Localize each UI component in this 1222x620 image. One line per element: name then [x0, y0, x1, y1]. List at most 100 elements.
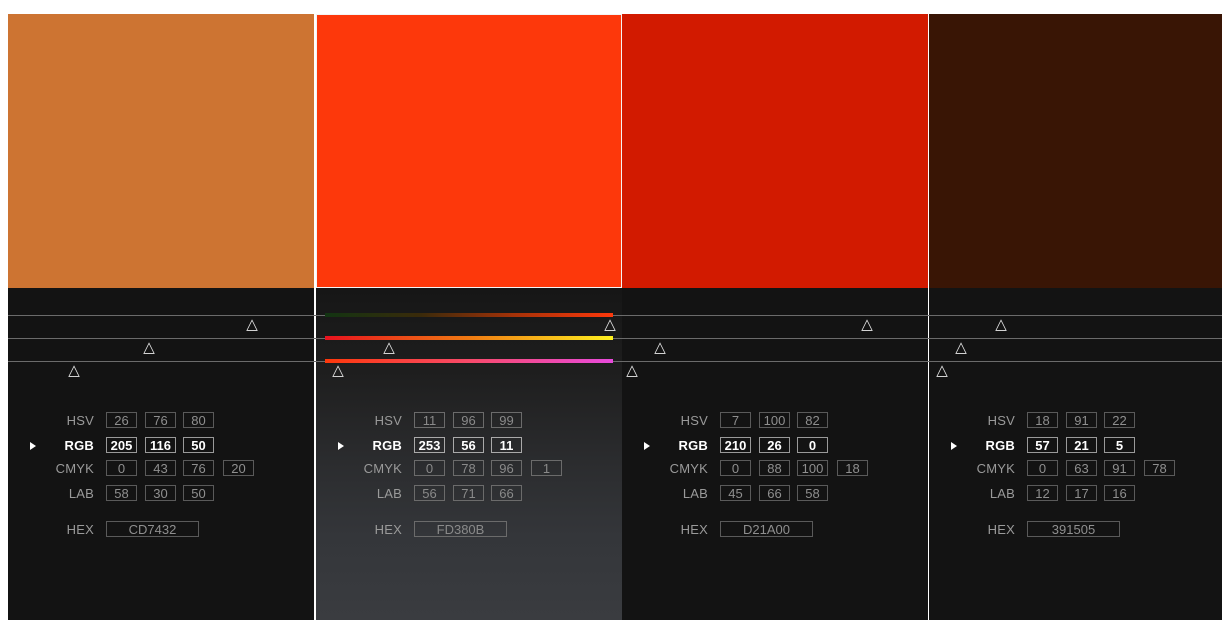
- lab-value-field[interactable]: 56: [414, 485, 445, 501]
- rgb-label: RGB: [985, 438, 1015, 453]
- cmyk-value-field[interactable]: 78: [453, 460, 484, 476]
- cmyk-label[interactable]: CMYK: [342, 461, 402, 476]
- gradient-track-hue[interactable]: [325, 336, 613, 340]
- lab-label[interactable]: LAB: [955, 486, 1015, 501]
- cmyk-value-field[interactable]: 20: [223, 460, 254, 476]
- rgb-value-field[interactable]: 50: [183, 437, 214, 453]
- hsv-label[interactable]: HSV: [648, 413, 708, 428]
- slider-handle-icon[interactable]: △: [654, 340, 666, 355]
- slider-handle-icon[interactable]: △: [383, 340, 395, 355]
- gradient-track-value[interactable]: [325, 313, 613, 317]
- cmyk-value-field[interactable]: 96: [491, 460, 522, 476]
- color-swatch[interactable]: [622, 14, 928, 288]
- hsv-value-field[interactable]: 26: [106, 412, 137, 428]
- hsv-value-field[interactable]: 80: [183, 412, 214, 428]
- slider-handle-icon[interactable]: △: [332, 363, 344, 378]
- lab-label[interactable]: LAB: [648, 486, 708, 501]
- cmyk-value-field[interactable]: 18: [837, 460, 868, 476]
- rgb-value-field[interactable]: 26: [759, 437, 790, 453]
- cmyk-value-field[interactable]: 91: [1104, 460, 1135, 476]
- cmyk-value-field[interactable]: 100: [797, 460, 828, 476]
- hsv-value-field[interactable]: 82: [797, 412, 828, 428]
- hsv-value-field[interactable]: 11: [414, 412, 445, 428]
- cmyk-label[interactable]: CMYK: [955, 461, 1015, 476]
- cmyk-value-field[interactable]: 78: [1144, 460, 1175, 476]
- lab-value-field[interactable]: 45: [720, 485, 751, 501]
- slider-rail-value[interactable]: [8, 361, 1222, 362]
- slider-handle-icon[interactable]: △: [68, 363, 80, 378]
- hsv-value-field[interactable]: 96: [453, 412, 484, 428]
- hsv-label[interactable]: HSV: [34, 413, 94, 428]
- lab-value-field[interactable]: 58: [797, 485, 828, 501]
- palette-column-4: HSV 18 91 22 RGB 57 21 5 CMYK 0 63 91 78 LAB 12 17 16 HEX…: [929, 14, 1222, 620]
- color-palette-app: HSV 26 76 80 RGB 205 116 50 CMYK 0 43 76 20 LAB 58 30 50…: [8, 14, 1222, 620]
- rgb-value-field[interactable]: 21: [1066, 437, 1097, 453]
- lab-value-field[interactable]: 12: [1027, 485, 1058, 501]
- hsv-value-field[interactable]: 100: [759, 412, 790, 428]
- cmyk-value-field[interactable]: 0: [1027, 460, 1058, 476]
- hsv-label[interactable]: HSV: [955, 413, 1015, 428]
- lab-value-field[interactable]: 16: [1104, 485, 1135, 501]
- hex-label[interactable]: HEX: [648, 522, 708, 537]
- lab-value-field[interactable]: 58: [106, 485, 137, 501]
- palette-column-1: HSV 26 76 80 RGB 205 116 50 CMYK 0 43 76 20 LAB 58 30 50…: [8, 14, 314, 620]
- hex-label[interactable]: HEX: [34, 522, 94, 537]
- rgb-value-field[interactable]: 5: [1104, 437, 1135, 453]
- hsv-value-field[interactable]: 91: [1066, 412, 1097, 428]
- hex-value-field[interactable]: D21A00: [720, 521, 813, 537]
- rgb-value-field[interactable]: 253: [414, 437, 445, 453]
- cmyk-value-field[interactable]: 76: [183, 460, 214, 476]
- cmyk-value-field[interactable]: 63: [1066, 460, 1097, 476]
- slider-handle-icon[interactable]: △: [604, 317, 616, 332]
- lab-label[interactable]: LAB: [342, 486, 402, 501]
- slider-handle-icon[interactable]: △: [955, 340, 967, 355]
- hsv-value-field[interactable]: 99: [491, 412, 522, 428]
- hsv-value-field[interactable]: 76: [145, 412, 176, 428]
- rgb-value-field[interactable]: 210: [720, 437, 751, 453]
- lab-value-field[interactable]: 50: [183, 485, 214, 501]
- lab-value-field[interactable]: 71: [453, 485, 484, 501]
- gradient-track-saturation[interactable]: [325, 359, 613, 363]
- hex-label[interactable]: HEX: [342, 522, 402, 537]
- hsv-label[interactable]: HSV: [342, 413, 402, 428]
- rgb-label: RGB: [372, 438, 402, 453]
- hex-value-field[interactable]: CD7432: [106, 521, 199, 537]
- active-mode-arrow-icon: [644, 442, 650, 450]
- active-mode-arrow-icon: [338, 442, 344, 450]
- hsv-value-field[interactable]: 18: [1027, 412, 1058, 428]
- color-swatch[interactable]: [929, 14, 1222, 288]
- slider-handle-icon[interactable]: △: [936, 363, 948, 378]
- cmyk-value-field[interactable]: 1: [531, 460, 562, 476]
- rgb-value-field[interactable]: 56: [453, 437, 484, 453]
- rgb-value-field[interactable]: 116: [145, 437, 176, 453]
- rgb-value-field[interactable]: 11: [491, 437, 522, 453]
- slider-handle-icon[interactable]: △: [246, 317, 258, 332]
- hex-value-field[interactable]: 391505: [1027, 521, 1120, 537]
- color-swatch-selected[interactable]: [316, 14, 622, 288]
- color-swatch[interactable]: [8, 14, 314, 288]
- cmyk-label[interactable]: CMYK: [34, 461, 94, 476]
- cmyk-label[interactable]: CMYK: [648, 461, 708, 476]
- rgb-value-field[interactable]: 57: [1027, 437, 1058, 453]
- hex-label[interactable]: HEX: [955, 522, 1015, 537]
- lab-value-field[interactable]: 30: [145, 485, 176, 501]
- slider-handle-icon[interactable]: △: [626, 363, 638, 378]
- slider-rail-saturation[interactable]: [8, 338, 1222, 339]
- lab-value-field[interactable]: 66: [759, 485, 790, 501]
- cmyk-value-field[interactable]: 0: [720, 460, 751, 476]
- cmyk-value-field[interactable]: 0: [414, 460, 445, 476]
- cmyk-value-field[interactable]: 0: [106, 460, 137, 476]
- rgb-value-field[interactable]: 0: [797, 437, 828, 453]
- hex-value-field[interactable]: FD380B: [414, 521, 507, 537]
- rgb-value-field[interactable]: 205: [106, 437, 137, 453]
- slider-handle-icon[interactable]: △: [995, 317, 1007, 332]
- lab-value-field[interactable]: 66: [491, 485, 522, 501]
- cmyk-value-field[interactable]: 88: [759, 460, 790, 476]
- lab-label[interactable]: LAB: [34, 486, 94, 501]
- slider-handle-icon[interactable]: △: [861, 317, 873, 332]
- lab-value-field[interactable]: 17: [1066, 485, 1097, 501]
- hsv-value-field[interactable]: 7: [720, 412, 751, 428]
- hsv-value-field[interactable]: 22: [1104, 412, 1135, 428]
- cmyk-value-field[interactable]: 43: [145, 460, 176, 476]
- slider-handle-icon[interactable]: △: [143, 340, 155, 355]
